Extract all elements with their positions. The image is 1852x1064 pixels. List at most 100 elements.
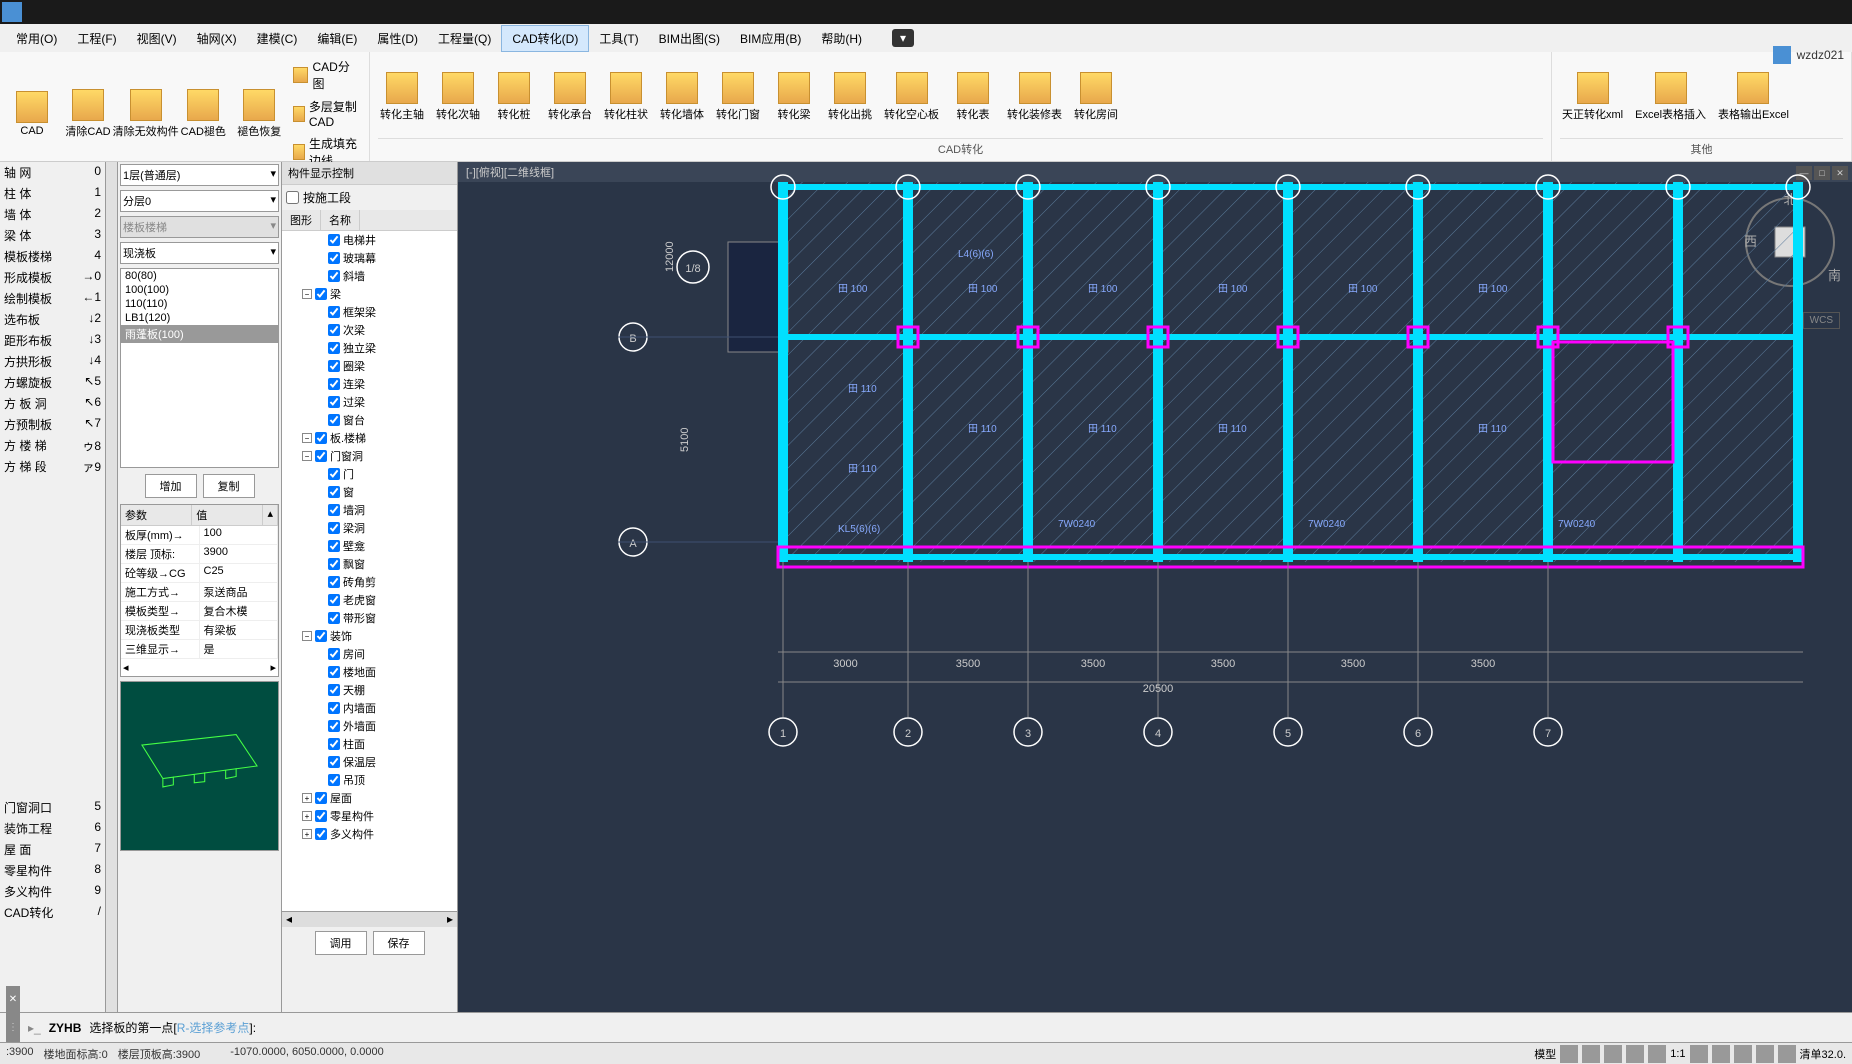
tree-checkbox[interactable]	[328, 342, 340, 354]
category-item[interactable]: 绘制模板←1	[0, 288, 105, 309]
property-row[interactable]: 板厚(mm)→100	[121, 526, 278, 545]
tree-checkbox[interactable]	[328, 234, 340, 246]
category-item[interactable]: 装饰工程6	[0, 818, 105, 839]
tree-checkbox[interactable]	[315, 810, 327, 822]
menu-dropdown-toggle[interactable]: ▾	[892, 29, 914, 47]
tree-node[interactable]: 连梁	[282, 375, 457, 393]
category-item[interactable]: 零星构件8	[0, 860, 105, 881]
category-item[interactable]: CAD转化/	[0, 902, 105, 923]
tree-checkbox[interactable]	[328, 468, 340, 480]
scroll-right-icon[interactable]: ▸	[270, 661, 276, 674]
save-button[interactable]: 保存	[373, 931, 425, 955]
status-icon[interactable]	[1648, 1045, 1666, 1063]
tree-checkbox[interactable]	[328, 396, 340, 408]
tree-checkbox[interactable]	[315, 288, 327, 300]
menu-bim-draw[interactable]: BIM出图(S)	[649, 26, 730, 51]
category-item[interactable]: 柱 体1	[0, 183, 105, 204]
menu-bim-app[interactable]: BIM应用(B)	[730, 26, 811, 51]
btn-import-cad[interactable]: CAD	[8, 89, 56, 139]
tree-expander[interactable]: +	[302, 793, 312, 803]
category-item[interactable]: 方螺旋板↖5	[0, 372, 105, 393]
property-row[interactable]: 现浇板类型有梁板	[121, 621, 278, 640]
category-item[interactable]: 梁 体3	[0, 225, 105, 246]
btn-conv-pile[interactable]: 转化桩	[490, 70, 538, 124]
property-row[interactable]: 楼层 顶标:3900	[121, 545, 278, 564]
tree-node[interactable]: 斜墙	[282, 267, 457, 285]
tree-node[interactable]: −板.楼梯	[282, 429, 457, 447]
status-icon[interactable]	[1604, 1045, 1622, 1063]
tree-checkbox[interactable]	[315, 828, 327, 840]
tree-checkbox[interactable]	[328, 270, 340, 282]
category-item[interactable]: 方预制板↖7	[0, 414, 105, 435]
tree-node[interactable]: 独立梁	[282, 339, 457, 357]
tree-checkbox[interactable]	[315, 792, 327, 804]
tree-expander[interactable]: −	[302, 433, 312, 443]
tree-expander[interactable]: −	[302, 451, 312, 461]
sublayer-dropdown[interactable]: 分层0▾	[120, 190, 279, 212]
tree-node[interactable]: +多义构件	[282, 825, 457, 843]
tree-checkbox[interactable]	[315, 432, 327, 444]
tree-checkbox[interactable]	[328, 252, 340, 264]
category-item[interactable]: 选布板↓2	[0, 309, 105, 330]
visibility-tree[interactable]: 电梯井玻璃幕斜墙−梁框架梁次梁独立梁圈梁连梁过梁窗台−板.楼梯−门窗洞门窗墙洞梁…	[282, 231, 457, 911]
btn-clear-cad[interactable]: 清除CAD	[64, 87, 112, 141]
tree-node[interactable]: 外墙面	[282, 717, 457, 735]
tree-checkbox[interactable]	[328, 414, 340, 426]
property-row[interactable]: 三维显示→是	[121, 640, 278, 659]
tree-node[interactable]: +零星构件	[282, 807, 457, 825]
tree-checkbox[interactable]	[315, 630, 327, 642]
category-item[interactable]: 门窗洞口5	[0, 797, 105, 818]
tree-node[interactable]: 门	[282, 465, 457, 483]
splitter[interactable]	[106, 162, 118, 1012]
btn-conv-door[interactable]: 转化门窗	[714, 70, 762, 124]
tree-checkbox[interactable]	[328, 522, 340, 534]
tree-node[interactable]: 壁龛	[282, 537, 457, 555]
property-table[interactable]: 参数值▴ 板厚(mm)→100楼层 顶标:3900砼等级→CGC25施工方式→泵…	[120, 504, 279, 677]
status-scale[interactable]: 1:1	[1670, 1048, 1685, 1060]
category-item[interactable]: 屋 面7	[0, 839, 105, 860]
tree-node[interactable]: 过梁	[282, 393, 457, 411]
list-item[interactable]: 100(100)	[121, 283, 278, 297]
tree-node[interactable]: −梁	[282, 285, 457, 303]
category-item[interactable]: 方 板 洞↖6	[0, 393, 105, 414]
add-button[interactable]: 增加	[145, 474, 197, 498]
btn-conv-finish-table[interactable]: 转化装修表	[1005, 70, 1064, 124]
btn-tianzheng-xml[interactable]: 天正转化xml	[1560, 70, 1625, 124]
category-item[interactable]: 形成模板→0	[0, 267, 105, 288]
btn-conv-room[interactable]: 转化房间	[1072, 70, 1120, 124]
btn-conv-table[interactable]: 转化表	[949, 70, 997, 124]
tree-node[interactable]: 次梁	[282, 321, 457, 339]
tree-node[interactable]: 窗台	[282, 411, 457, 429]
tree-node[interactable]: 窗	[282, 483, 457, 501]
status-icon[interactable]	[1734, 1045, 1752, 1063]
btn-conv-cap[interactable]: 转化承台	[546, 70, 594, 124]
tree-node[interactable]: 电梯井	[282, 231, 457, 249]
tree-node[interactable]: 框架梁	[282, 303, 457, 321]
tree-expander[interactable]: +	[302, 811, 312, 821]
list-item[interactable]: 80(80)	[121, 269, 278, 283]
tree-node[interactable]: −装饰	[282, 627, 457, 645]
tree-checkbox[interactable]	[315, 450, 327, 462]
category-item[interactable]: 模板楼梯4	[0, 246, 105, 267]
tree-node[interactable]: 老虎窗	[282, 591, 457, 609]
tree-node[interactable]: −门窗洞	[282, 447, 457, 465]
tree-checkbox[interactable]	[328, 558, 340, 570]
tree-checkbox[interactable]	[328, 324, 340, 336]
tree-checkbox[interactable]	[328, 486, 340, 498]
scroll-left-icon[interactable]: ◂	[123, 661, 129, 674]
btn-clear-invalid[interactable]: 清除无效构件	[120, 87, 171, 141]
property-row[interactable]: 模板类型→复合木模	[121, 602, 278, 621]
menu-model[interactable]: 建模(C)	[247, 26, 308, 51]
component-listbox[interactable]: 80(80)100(100)110(110)LB1(120)雨蓬板(100)	[120, 268, 279, 468]
category-item[interactable]: 方 楼 梯ゥ8	[0, 435, 105, 456]
list-item[interactable]: 110(110)	[121, 297, 278, 311]
tree-checkbox[interactable]	[328, 360, 340, 372]
menu-axis[interactable]: 轴网(X)	[187, 26, 247, 51]
menu-help[interactable]: 帮助(H)	[811, 26, 872, 51]
btn-conv-beam[interactable]: 转化梁	[770, 70, 818, 124]
menu-common[interactable]: 常用(O)	[6, 26, 67, 51]
btn-conv-main-axis[interactable]: 转化主轴	[378, 70, 426, 124]
btn-excel-export[interactable]: 表格输出Excel	[1716, 70, 1791, 124]
tree-expander[interactable]: +	[302, 829, 312, 839]
menu-qty[interactable]: 工程量(Q)	[428, 26, 501, 51]
